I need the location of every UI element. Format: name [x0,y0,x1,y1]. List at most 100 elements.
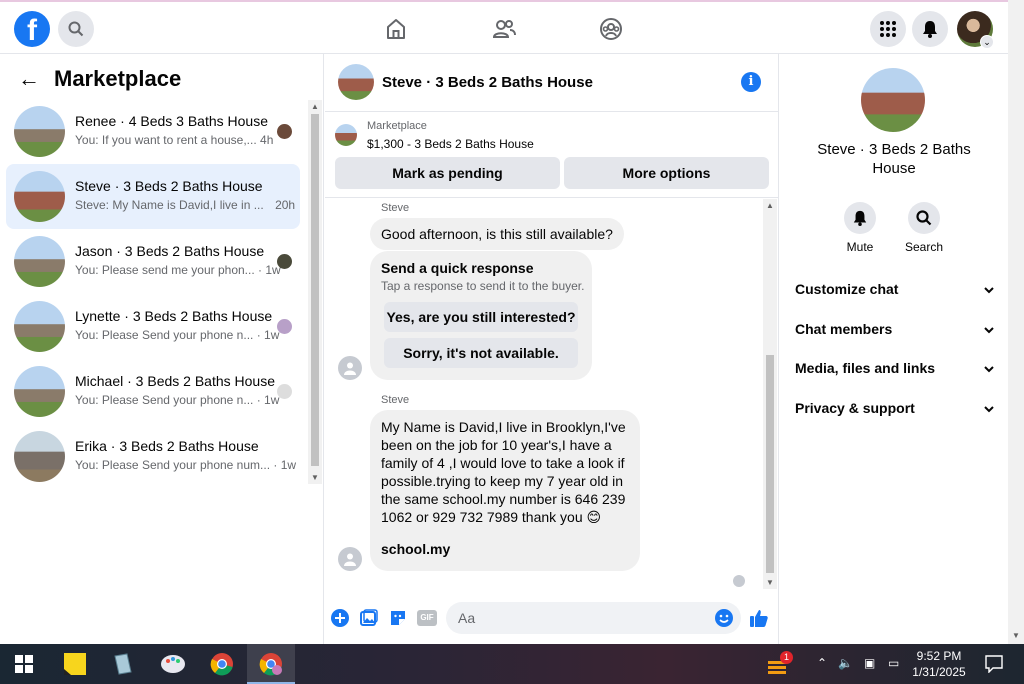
conversation-title: Lynette · 3 Beds 2 Baths House [75,308,273,324]
chrome-app[interactable] [208,650,236,678]
conversation-title: Jason · 3 Beds 2 Baths House [75,243,265,259]
top-navigation-bar: f ⌄ [0,0,1008,54]
seen-receipt-avatar [733,575,745,587]
mute-button[interactable]: Mute [830,202,890,254]
volume-icon[interactable]: 🔈 [838,656,853,670]
start-button[interactable] [10,650,38,678]
conversation-item[interactable]: Michael · 3 Beds 2 Baths House You: Plea… [6,359,300,424]
facebook-logo[interactable]: f [14,11,50,47]
search-icon [68,21,84,37]
more-options-button[interactable]: More options [564,157,769,189]
book-app[interactable] [109,650,137,678]
windows-taskbar: 1 ⌃ 🔈 ▣ ▭ 9:52 PM 1/31/2025 [0,644,1024,684]
chat-header: Steve · 3 Beds 2 Baths House i [325,54,779,112]
paint-app[interactable] [159,650,187,678]
sender-avatar[interactable] [338,547,362,571]
conversation-item[interactable]: Renee · 4 Beds 3 Baths House You: If you… [6,99,300,164]
message-input[interactable] [446,602,741,634]
home-nav-button[interactable] [383,16,409,42]
chat-panel: Steve · 3 Beds 2 Baths House i Marketpla… [325,54,779,644]
conversation-item[interactable]: Lynette · 3 Beds 2 Baths House You: Plea… [6,294,300,359]
user-icon [344,362,356,375]
conversation-scrollbar[interactable]: ▲ ▼ [308,100,322,484]
customize-chat-section[interactable]: Customize chat [795,281,995,303]
conversation-list: Renee · 4 Beds 3 Baths House You: If you… [6,99,300,489]
chevron-up-icon[interactable]: ⌃ [817,656,827,670]
info-icon[interactable]: i [741,72,761,92]
chat-scrollbar[interactable]: ▲ ▼ [763,199,777,589]
seen-avatar [277,319,292,334]
marketplace-title: Marketplace [54,66,182,91]
sender-avatar[interactable] [338,356,362,380]
quick-response-card: Send a quick response Tap a response to … [370,251,592,380]
chat-listing-avatar[interactable] [338,64,374,100]
like-button[interactable] [749,608,769,628]
conversation-preview: You: Please Send your phone n... · 1w [75,393,280,407]
gif-button[interactable]: GIF [416,608,438,628]
conversation-title: Renee · 4 Beds 3 Baths House [75,113,269,129]
scroll-down-arrow-icon[interactable]: ▼ [766,578,774,587]
message-bubble[interactable]: My Name is David,I live in Brooklyn,I've… [370,410,640,571]
chat-title[interactable]: Steve · 3 Beds 2 Baths House [382,74,593,91]
privacy-support-section[interactable]: Privacy & support [795,400,995,422]
chrome-icon [259,653,282,676]
scroll-up-arrow-icon[interactable]: ▲ [766,201,774,210]
scroll-down-arrow-icon[interactable]: ▼ [1012,631,1020,640]
message-sender: Steve [381,394,410,406]
chat-members-section[interactable]: Chat members [795,321,995,343]
conversation-item[interactable]: Erika · 3 Beds 2 Baths House You: Please… [6,424,300,489]
message-bubble[interactable]: Good afternoon, is this still available? [370,218,624,250]
groups-icon [600,18,622,40]
listing-thumbnail[interactable] [335,124,357,146]
system-clock[interactable]: 9:52 PM 1/31/2025 [908,648,970,680]
friends-nav-button[interactable] [491,16,517,42]
scroll-up-arrow-icon[interactable]: ▲ [311,102,319,111]
search-in-chat-button[interactable]: Search [894,202,954,254]
scrollbar-thumb[interactable] [766,355,774,573]
notifications-button[interactable] [912,11,948,47]
page-scrollbar[interactable]: ▼ [1008,0,1024,644]
message-link[interactable]: school.my [381,540,629,558]
chevron-down-icon[interactable]: ⌄ [980,35,994,49]
quick-response-no-button[interactable]: Sorry, it's not available. [384,338,578,368]
mark-as-pending-button[interactable]: Mark as pending [335,157,560,189]
listing-thumbnail [14,106,65,157]
attach-photo-button[interactable] [359,608,379,628]
conversation-item[interactable]: Jason · 3 Beds 2 Baths House You: Please… [6,229,300,294]
search-label: Search [904,240,944,254]
plus-circle-icon [331,609,349,627]
gif-icon: GIF [417,610,437,626]
conversation-item-active[interactable]: Steve · 3 Beds 2 Baths House Steve: My N… [6,164,300,229]
device-icon[interactable]: ▣ [864,656,875,670]
listing-price[interactable]: $1,300 - 3 Beds 2 Baths House [367,137,534,151]
quick-response-subtitle: Tap a response to send it to the buyer. [381,279,585,293]
listing-photo[interactable] [861,68,925,132]
quick-response-yes-button[interactable]: Yes, are you still interested? [384,302,578,332]
menu-button[interactable] [870,11,906,47]
listing-thumbnail [14,301,65,352]
search-button[interactable] [58,11,94,47]
sticker-button[interactable] [388,608,408,628]
arrow-left-icon[interactable]: ← [18,66,40,92]
chrome-icon [210,653,233,676]
network-icon[interactable]: ▭ [888,656,899,670]
scroll-down-arrow-icon[interactable]: ▼ [311,473,319,482]
sticker-icon [391,611,405,625]
notification-badge: 1 [780,651,793,664]
bell-icon [923,21,937,38]
emoji-button[interactable] [714,608,734,628]
palette-icon [161,655,185,673]
groups-nav-button[interactable] [598,16,624,42]
media-files-links-section[interactable]: Media, files and links [795,360,995,382]
action-center-button[interactable] [980,650,1008,678]
bell-icon [853,210,867,226]
listing-thumbnail [14,366,65,417]
scrollbar-thumb[interactable] [311,114,319,466]
message-thread: Steve Good afternoon, is this still avai… [325,199,779,591]
sticky-notes-app[interactable] [61,650,89,678]
chrome-profile-app[interactable] [257,650,285,678]
chevron-down-icon [983,402,995,418]
conversation-preview: You: Please Send your phone num... · 1w [75,458,297,472]
marketplace-header: ← Marketplace [18,66,181,92]
add-actions-button[interactable] [330,608,350,628]
